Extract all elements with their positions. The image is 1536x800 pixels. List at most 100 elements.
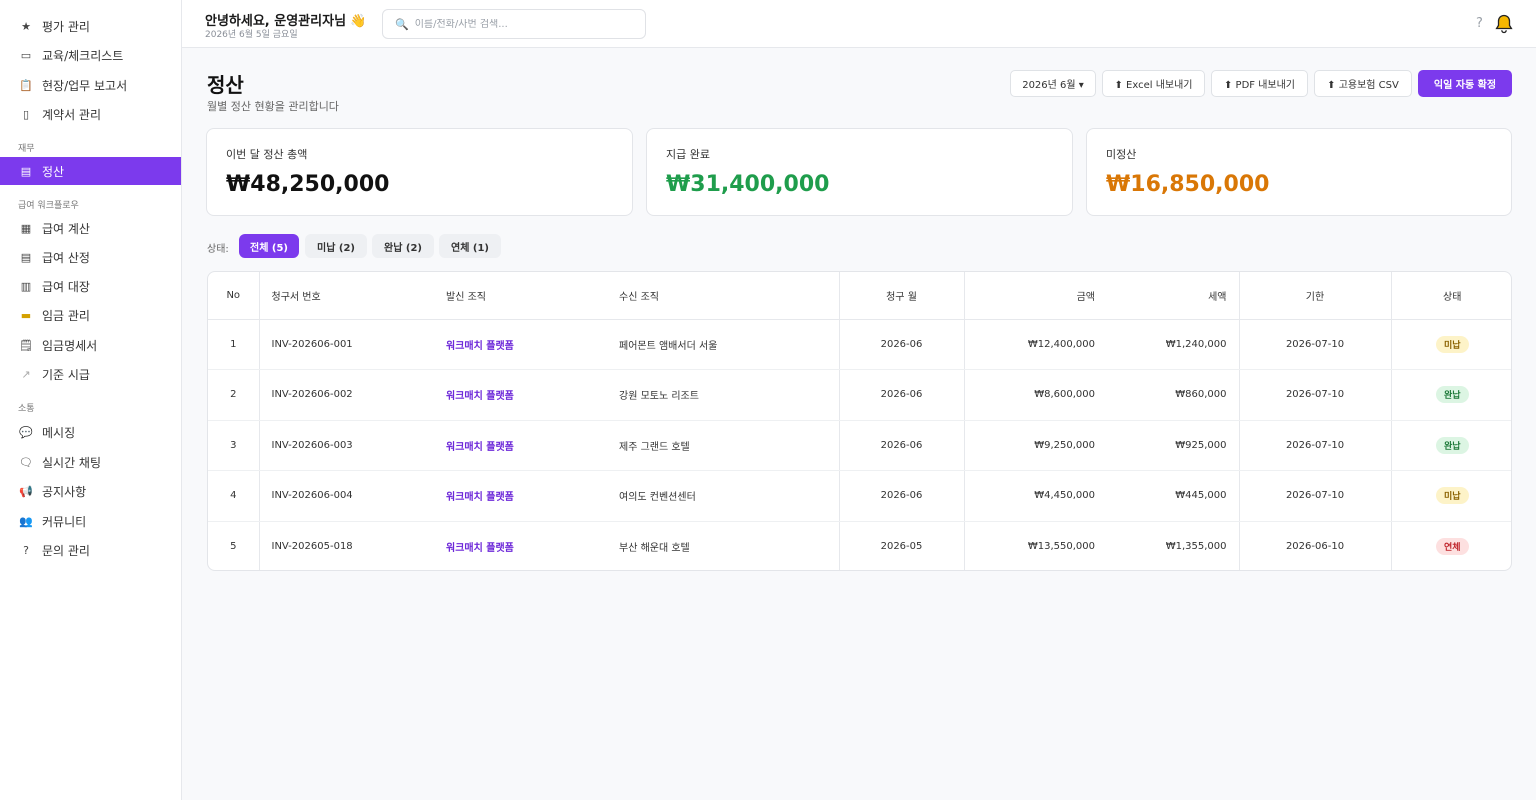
month-select[interactable]: 2026년 6월 ▾: [1010, 70, 1096, 97]
cell-due: 2026-06-10: [1238, 521, 1391, 570]
filter-chip-paid[interactable]: 완납 (2): [372, 234, 434, 258]
top-header: 안녕하세요, 운영관리자님👋 2026년 6월 5일 금요일 🔍 ?: [182, 0, 1536, 48]
sidebar-item-label: 실시간 채팅: [42, 455, 102, 470]
filter-chip-unpaid[interactable]: 미납 (2): [305, 234, 367, 258]
cell-to-org: 여의도 컨벤션센터: [607, 470, 839, 522]
sidebar-item-payslip[interactable]: 🗒 임금명세서: [0, 332, 181, 358]
stat-label: 미정산: [1106, 148, 1137, 161]
col-header-no: No: [208, 272, 259, 320]
cell-invoice[interactable]: INV-202605-018: [258, 521, 434, 570]
cell-status: 미납: [1390, 319, 1511, 370]
sidebar-item-messaging[interactable]: 💬 메시징: [0, 419, 181, 445]
sidebar-item-contracts[interactable]: ▯ 계약서 관리: [0, 101, 181, 127]
table-row[interactable]: 3 INV-202606-003 워크매치 플랫폼 제주 그랜드 호텔 2026-06 ₩…: [208, 420, 1511, 471]
cell-to-org: 부산 해운대 호텔: [619, 543, 690, 554]
table-row[interactable]: 1 INV-202606-001 워크매치 플랫폼 페어몬트 앰배서더 서울 2026-…: [208, 319, 1511, 370]
cell-invoice[interactable]: INV-202606-003: [258, 420, 434, 471]
cell-month: 2026-06: [838, 369, 964, 421]
cell-from-org[interactable]: 워크매치 플랫폼: [434, 521, 607, 570]
community-icon: 👥: [19, 514, 33, 528]
stat-card-total: 이번 달 정산 총액 ₩48,250,000: [206, 128, 633, 216]
megaphone-icon: 📢: [19, 484, 33, 498]
table-row[interactable]: 5 INV-202605-018 워크매치 플랫폼 부산 해운대 호텔 2026-05 ₩…: [208, 521, 1511, 570]
chat-icon: 🗨: [19, 455, 33, 469]
cell-tax: ₩1,355,000: [1165, 541, 1227, 552]
search-input[interactable]: [414, 18, 635, 30]
sidebar-item-base-wage[interactable]: ↗ 기준 시급: [0, 361, 181, 387]
sidebar-item-label: 커뮤니티: [42, 514, 87, 529]
cell-amount: ₩9,250,000: [963, 420, 1107, 471]
help-icon[interactable]: ?: [1476, 16, 1483, 31]
table-row[interactable]: 4 INV-202606-004 워크매치 플랫폼 여의도 컨벤션센터 2026-06 ₩…: [208, 470, 1511, 522]
list-icon: ▤: [20, 250, 32, 264]
cell-invoice[interactable]: INV-202606-004: [258, 470, 434, 522]
sidebar-item-payroll-assess[interactable]: ▤ 급여 산정: [0, 244, 181, 270]
auto-confirm-button[interactable]: 익일 자동 확정: [1418, 70, 1512, 97]
sidebar-item-label: 계약서 관리: [42, 107, 102, 122]
cell-from-org[interactable]: 워크매치 플랫폼: [434, 319, 607, 370]
settlement-table: No 청구서 번호 발신 조직 수신 조직 청구 월 금액 세액 기한 상태 1…: [207, 271, 1512, 571]
sidebar-item-notices[interactable]: 📢 공지사항: [0, 478, 181, 504]
table-header-row: No 청구서 번호 발신 조직 수신 조직 청구 월 금액 세액 기한 상태: [208, 272, 1511, 320]
document-icon: ▯: [22, 107, 30, 121]
filter-chip-all[interactable]: 전체 (5): [239, 234, 299, 258]
sidebar-item-evaluation[interactable]: ★ 평가 관리: [0, 13, 181, 39]
ledger-book-icon: ▥: [20, 279, 32, 293]
search-icon: 🔍: [395, 17, 409, 31]
sidebar-item-label: 문의 관리: [42, 543, 90, 558]
cell-no: 4: [208, 470, 259, 522]
payslip-icon: 🗒: [19, 338, 33, 352]
cell-status: 연체: [1390, 521, 1511, 570]
cell-amount: ₩8,600,000: [963, 369, 1107, 421]
sidebar-item-chat[interactable]: 🗨 실시간 채팅: [0, 449, 181, 475]
cell-month: 2026-05: [838, 521, 964, 570]
table-row[interactable]: 2 INV-202606-002 워크매치 플랫폼 강원 모토노 리조트 2026-06…: [208, 369, 1511, 421]
ledger-icon: ▤: [20, 164, 32, 178]
section-label-payroll: 급여 워크플로우: [18, 201, 79, 211]
status-badge: 완납: [1435, 386, 1469, 404]
sidebar-item-training[interactable]: ▭ 교육/체크리스트: [0, 42, 181, 68]
sidebar-item-label: 교육/체크리스트: [42, 48, 124, 63]
col-header-invoice: 청구서 번호: [258, 272, 434, 320]
stat-card-unsettled: 미정산 ₩16,850,000: [1086, 128, 1512, 216]
sidebar-item-payroll-calc[interactable]: ▦ 급여 계산: [0, 215, 181, 241]
cell-from-org[interactable]: 워크매치 플랫폼: [434, 369, 607, 421]
sidebar-item-label: 메시징: [42, 425, 76, 440]
cell-from-org[interactable]: 워크매치 플랫폼: [434, 470, 607, 522]
checklist-icon: ▭: [20, 48, 32, 62]
stat-value: ₩31,400,000: [666, 172, 830, 197]
calc-icon: ▦: [20, 221, 32, 235]
col-header-amount: 금액: [963, 272, 1107, 320]
cell-no: 3: [208, 420, 259, 471]
status-badge: 연체: [1435, 538, 1469, 555]
export-pdf-button[interactable]: ⬆ PDF 내보내기: [1211, 70, 1308, 97]
stat-label: 이번 달 정산 총액: [226, 148, 308, 161]
sidebar-item-label: 임금명세서: [42, 338, 98, 353]
sidebar-item-settlement[interactable]: ▤ 정산: [0, 157, 181, 185]
sidebar-item-wage[interactable]: ▬ 임금 관리: [0, 302, 181, 328]
cell-status: 완납: [1390, 369, 1511, 421]
cell-from-org[interactable]: 워크매치 플랫폼: [434, 420, 607, 471]
filter-chip-overdue[interactable]: 연체 (1): [439, 234, 501, 258]
export-excel-button[interactable]: ⬆ Excel 내보내기: [1102, 70, 1205, 97]
cell-invoice[interactable]: INV-202606-002: [258, 369, 434, 421]
sidebar-item-reports[interactable]: 📋 현장/업무 보고서: [0, 72, 181, 98]
cell-no: 5: [230, 541, 237, 552]
status-badge: 미납: [1435, 487, 1469, 505]
sidebar-item-payroll-ledger[interactable]: ▥ 급여 대장: [0, 273, 181, 299]
export-csv-button[interactable]: ⬆ 고용보험 CSV: [1314, 70, 1412, 97]
bell-icon[interactable]: [1495, 14, 1513, 34]
cell-invoice[interactable]: INV-202606-001: [258, 319, 434, 370]
star-icon: ★: [21, 19, 31, 33]
cell-amount: ₩12,400,000: [963, 319, 1107, 370]
stat-label: 지급 완료: [666, 148, 710, 161]
wage-icon: ↗: [21, 367, 31, 381]
cell-no: 1: [208, 319, 259, 370]
filter-label: 상태:: [207, 244, 229, 255]
cell-amount: ₩13,550,000: [963, 521, 1107, 570]
sidebar-item-community[interactable]: 👥 커뮤니티: [0, 508, 181, 534]
sidebar-item-inquiries[interactable]: ? 문의 관리: [0, 537, 181, 563]
status-badge: 완납: [1435, 436, 1469, 454]
col-header-status: 상태: [1390, 272, 1511, 320]
sidebar-item-label: 현장/업무 보고서: [42, 78, 128, 93]
